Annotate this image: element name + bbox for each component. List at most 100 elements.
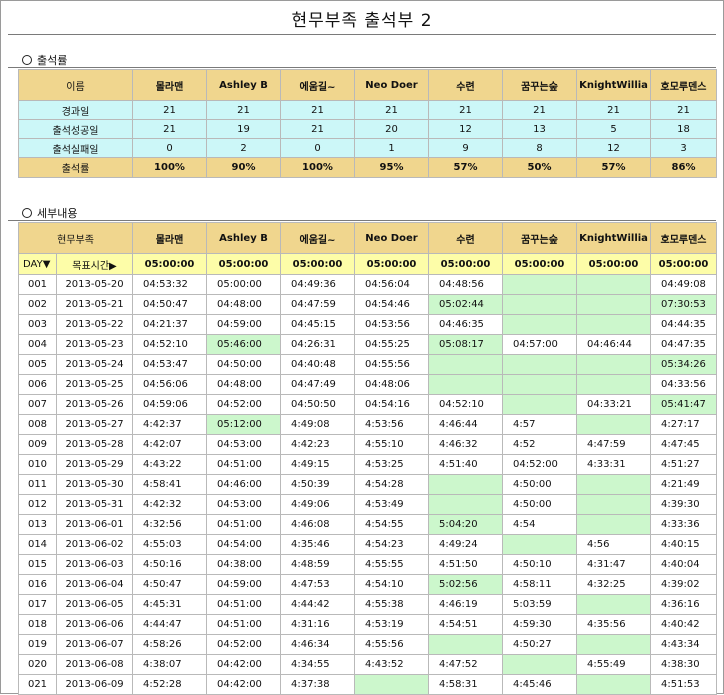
time-cell[interactable] — [576, 514, 651, 535]
time-cell[interactable]: 4:49:24 — [428, 534, 503, 555]
time-cell[interactable]: 4:54:51 — [428, 614, 503, 635]
time-cell[interactable]: 05:34:26 — [650, 354, 717, 375]
day-cell[interactable]: 007 — [18, 394, 57, 415]
time-cell[interactable]: 04:49:36 — [280, 274, 355, 295]
time-cell[interactable]: 4:39:30 — [650, 494, 717, 515]
time-cell[interactable]: 4:51:40 — [428, 454, 503, 475]
member-header-cell[interactable]: 꿈꾸는숲 — [502, 222, 577, 254]
time-cell[interactable]: 04:56:04 — [354, 274, 429, 295]
time-cell[interactable]: 07:30:53 — [650, 294, 717, 315]
day-cell[interactable]: 004 — [18, 334, 57, 355]
time-cell[interactable]: 04:59:00 — [206, 574, 281, 595]
time-cell[interactable]: 4:53:25 — [354, 454, 429, 475]
time-cell[interactable]: 4:46:44 — [428, 414, 503, 435]
member-header-cell[interactable]: Ashley B — [206, 69, 281, 101]
time-cell[interactable] — [576, 494, 651, 515]
time-cell[interactable]: 4:47:52 — [428, 654, 503, 675]
time-cell[interactable] — [576, 354, 651, 375]
time-cell[interactable]: 5:03:59 — [502, 594, 577, 615]
time-cell[interactable]: 4:55:03 — [132, 534, 207, 555]
time-cell[interactable]: 4:58:11 — [502, 574, 577, 595]
time-cell[interactable]: 4:43:34 — [650, 634, 717, 655]
time-cell[interactable]: 05:12:00 — [206, 414, 281, 435]
goal-label-cell[interactable]: 목표시간▶ — [56, 253, 133, 275]
stat-value-cell[interactable]: 2 — [206, 138, 281, 158]
date-cell[interactable]: 2013-05-20 — [56, 274, 133, 295]
time-cell[interactable]: 05:41:47 — [650, 394, 717, 415]
day-cell[interactable]: 020 — [18, 654, 57, 675]
time-cell[interactable]: 4:36:16 — [650, 594, 717, 615]
rate-value-cell[interactable]: 95% — [354, 157, 429, 178]
date-cell[interactable]: 2013-06-06 — [56, 614, 133, 635]
time-cell[interactable]: 04:42:00 — [206, 674, 281, 695]
time-cell[interactable]: 4:35:56 — [576, 614, 651, 635]
member-header-cell[interactable]: KnightWillia — [576, 69, 651, 101]
time-cell[interactable]: 4:58:41 — [132, 474, 207, 495]
time-cell[interactable]: 4:49:15 — [280, 454, 355, 475]
stat-value-cell[interactable]: 21 — [280, 119, 355, 139]
date-cell[interactable]: 2013-05-25 — [56, 374, 133, 395]
time-cell[interactable]: 4:27:17 — [650, 414, 717, 435]
date-cell[interactable]: 2013-06-05 — [56, 594, 133, 615]
time-cell[interactable]: 04:46:44 — [576, 334, 651, 355]
stat-value-cell[interactable]: 21 — [206, 100, 281, 120]
time-cell[interactable]: 4:52:28 — [132, 674, 207, 695]
day-cell[interactable]: 011 — [18, 474, 57, 495]
member-header-cell[interactable]: Neo Doer — [354, 69, 429, 101]
time-cell[interactable]: 04:53:00 — [206, 434, 281, 455]
time-cell[interactable]: 4:50:27 — [502, 634, 577, 655]
stat-label-cell[interactable]: 출석실패일 — [18, 138, 133, 158]
time-cell[interactable]: 04:33:56 — [650, 374, 717, 395]
day-cell[interactable]: 016 — [18, 574, 57, 595]
rate-value-cell[interactable]: 100% — [132, 157, 207, 178]
time-cell[interactable] — [502, 394, 577, 415]
time-cell[interactable]: 4:54:28 — [354, 474, 429, 495]
time-cell[interactable]: 04:48:00 — [206, 374, 281, 395]
goal-time-cell[interactable]: 05:00:00 — [576, 253, 651, 275]
stat-value-cell[interactable]: 8 — [502, 138, 577, 158]
date-cell[interactable]: 2013-06-03 — [56, 554, 133, 575]
rate-value-cell[interactable]: 57% — [428, 157, 503, 178]
group-header-cell[interactable]: 현무부족 — [18, 222, 133, 254]
name-header-cell[interactable]: 이름 — [18, 69, 133, 101]
time-cell[interactable] — [502, 654, 577, 675]
stat-value-cell[interactable]: 1 — [354, 138, 429, 158]
time-cell[interactable]: 04:46:35 — [428, 314, 503, 335]
time-cell[interactable]: 04:48:06 — [354, 374, 429, 395]
date-cell[interactable]: 2013-05-24 — [56, 354, 133, 375]
stat-value-cell[interactable]: 0 — [132, 138, 207, 158]
goal-time-cell[interactable]: 05:00:00 — [428, 253, 503, 275]
date-cell[interactable]: 2013-05-28 — [56, 434, 133, 455]
time-cell[interactable]: 04:59:06 — [132, 394, 207, 415]
time-cell[interactable]: 04:52:00 — [206, 394, 281, 415]
time-cell[interactable]: 4:45:46 — [502, 674, 577, 695]
time-cell[interactable]: 04:54:46 — [354, 294, 429, 315]
time-cell[interactable]: 4:51:27 — [650, 454, 717, 475]
time-cell[interactable]: 4:57 — [502, 414, 577, 435]
member-header-cell[interactable]: 몰라맨 — [132, 69, 207, 101]
rate-value-cell[interactable]: 100% — [280, 157, 355, 178]
time-cell[interactable]: 4:54 — [502, 514, 577, 535]
date-cell[interactable]: 2013-06-02 — [56, 534, 133, 555]
time-cell[interactable]: 4:46:19 — [428, 594, 503, 615]
time-cell[interactable] — [576, 414, 651, 435]
member-header-cell[interactable]: 꿈꾸는숲 — [502, 69, 577, 101]
day-cell[interactable]: 015 — [18, 554, 57, 575]
time-cell[interactable]: 4:47:53 — [280, 574, 355, 595]
goal-time-cell[interactable]: 05:00:00 — [280, 253, 355, 275]
time-cell[interactable]: 4:39:02 — [650, 574, 717, 595]
time-cell[interactable] — [576, 474, 651, 495]
time-cell[interactable]: 4:37:38 — [280, 674, 355, 695]
member-header-cell[interactable]: 에움길~ — [280, 222, 355, 254]
stat-value-cell[interactable]: 13 — [502, 119, 577, 139]
time-cell[interactable]: 04:44:35 — [650, 314, 717, 335]
date-cell[interactable]: 2013-06-08 — [56, 654, 133, 675]
time-cell[interactable]: 04:59:00 — [206, 314, 281, 335]
day-cell[interactable]: 008 — [18, 414, 57, 435]
day-cell[interactable]: 003 — [18, 314, 57, 335]
stat-value-cell[interactable]: 21 — [354, 100, 429, 120]
time-cell[interactable]: 04:42:00 — [206, 654, 281, 675]
time-cell[interactable]: 5:04:20 — [428, 514, 503, 535]
time-cell[interactable] — [354, 674, 429, 695]
time-cell[interactable]: 4:53:56 — [354, 414, 429, 435]
